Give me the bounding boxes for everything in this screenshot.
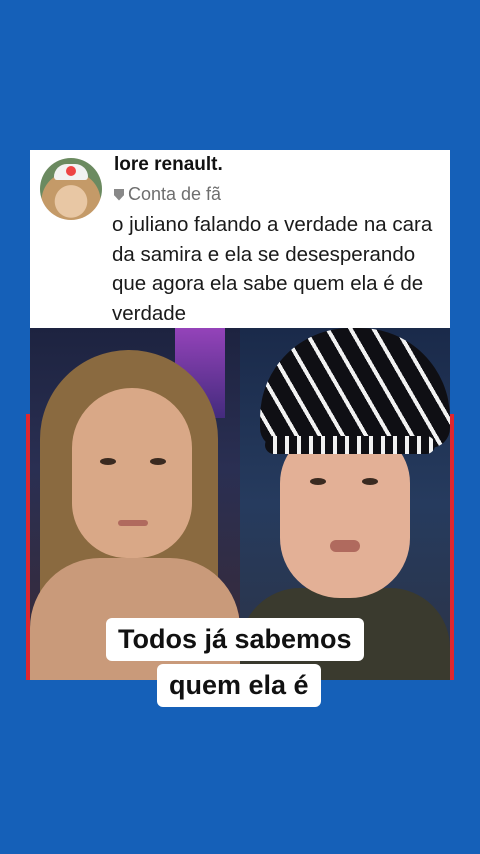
man-cap-brim <box>265 436 435 454</box>
man-right-eye <box>362 478 378 485</box>
woman-left-eye <box>100 458 116 465</box>
caption-line-1: Todos já sabemos <box>106 618 364 661</box>
woman-right-eye <box>150 458 166 465</box>
man-left-eye <box>310 478 326 485</box>
shield-icon <box>114 188 124 201</box>
woman-mouth <box>118 520 148 526</box>
tweet-display-name: lore renault. <box>114 154 223 175</box>
post-card: lore renault. Conta de fã o juliano fala… <box>30 150 450 680</box>
man-mouth <box>330 540 360 552</box>
tweet-text: o juliano falando a verdade na cara da s… <box>112 213 433 325</box>
avatar-cap-logo-icon <box>66 166 76 176</box>
fan-account-badge: Conta de fã <box>114 184 221 205</box>
man-striped-cap <box>260 328 450 448</box>
woman-face <box>72 388 192 558</box>
caption-line-2: quem ela é <box>157 664 321 707</box>
avatar <box>40 158 102 220</box>
tweet-screenshot: lore renault. Conta de fã o juliano fala… <box>30 150 450 328</box>
fan-account-label: Conta de fã <box>128 184 222 204</box>
